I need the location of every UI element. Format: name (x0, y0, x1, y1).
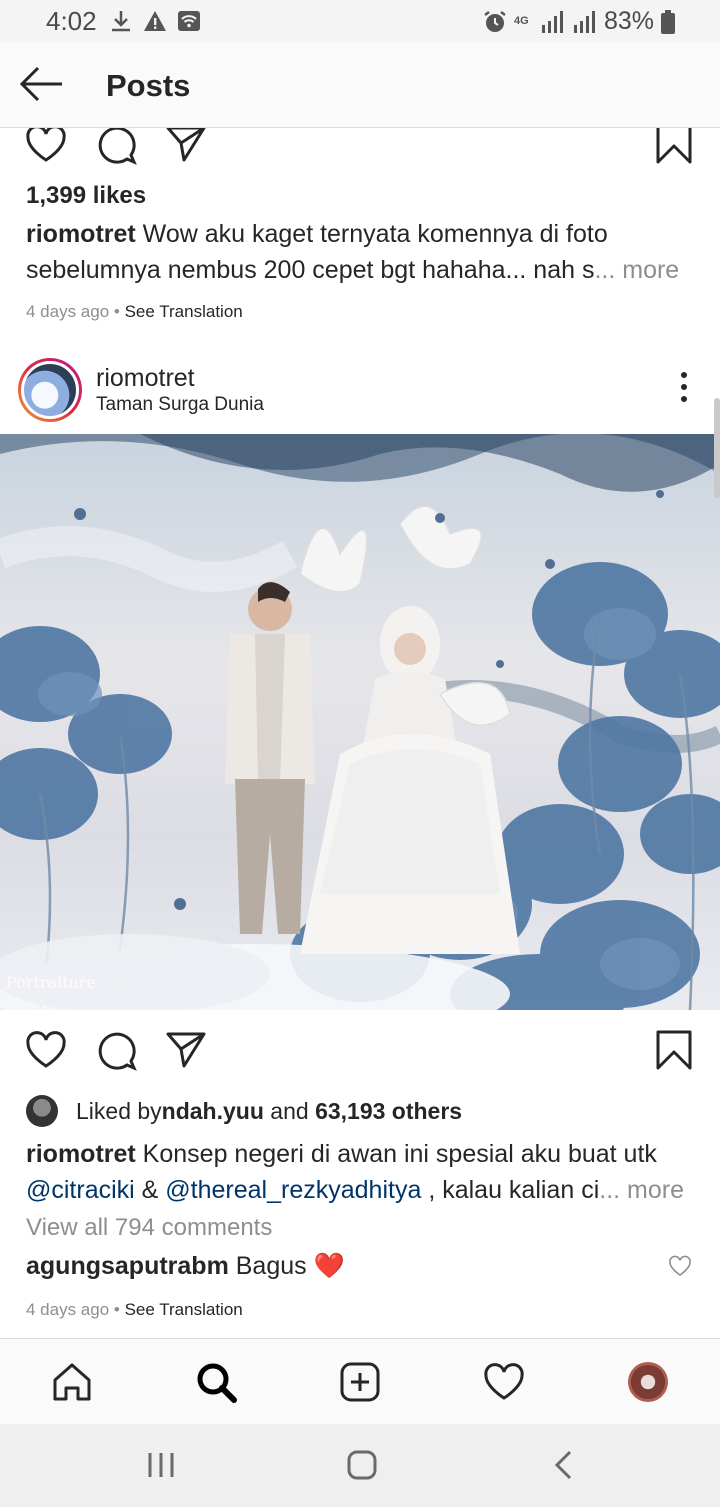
back-button-icon (554, 1450, 572, 1480)
post-time: 4 days ago (26, 302, 110, 321)
avatar-image (21, 361, 79, 419)
see-translation-link[interactable]: See Translation (125, 1300, 243, 1319)
photo-watermark: Portraiture (6, 973, 96, 992)
recent-apps-button[interactable] (144, 1448, 178, 1482)
photo-artwork (0, 434, 720, 1010)
caption-rest: , kalau kalian ci (421, 1176, 600, 1204)
network-type: 4G (513, 15, 529, 27)
send-icon (166, 1032, 206, 1068)
battery-icon (661, 9, 675, 34)
activity-heart-icon (484, 1363, 524, 1400)
battery-percent: 83% (603, 7, 654, 35)
post-meta: 4 days ago • See Translation (26, 302, 243, 322)
see-translation-link[interactable]: See Translation (125, 302, 243, 321)
comment-button[interactable] (95, 128, 139, 166)
tab-search[interactable] (194, 1360, 238, 1404)
status-right-icons: 4G 83% (482, 7, 676, 36)
share-button[interactable] (164, 128, 208, 166)
signal-icon-2 (573, 10, 595, 33)
post-location[interactable]: Taman Surga Dunia (96, 394, 264, 416)
signal-icon (541, 10, 563, 33)
scrollbar-thumb[interactable] (714, 398, 720, 498)
mention-link[interactable]: @thereal_rezkyadhitya (165, 1176, 421, 1204)
app-header: Posts (0, 42, 720, 128)
heart-icon (26, 128, 66, 162)
liked-by[interactable]: Liked by ndah.yuu and 63,193 others (26, 1094, 462, 1128)
tab-new-post[interactable] (338, 1360, 382, 1404)
tab-activity[interactable] (482, 1360, 526, 1404)
bookmark-icon (656, 1030, 692, 1070)
status-bar: 4:02 4G 83% (0, 0, 720, 42)
comment-like-heart-icon[interactable] (668, 1254, 692, 1278)
liked-by-middle: and (263, 1097, 316, 1124)
post-username[interactable]: riomotret (96, 364, 195, 393)
status-left-icons (108, 8, 202, 34)
tab-profile-avatar[interactable] (628, 1362, 668, 1402)
caption-username[interactable]: riomotret (26, 1140, 136, 1168)
view-all-comments-link[interactable]: View all 794 comments (26, 1214, 272, 1242)
search-icon (197, 1363, 237, 1403)
add-post-icon (340, 1362, 380, 1402)
save-button[interactable] (652, 128, 696, 166)
tab-home[interactable] (50, 1360, 94, 1404)
system-navigation-bar (0, 1424, 720, 1507)
wifi-icon (178, 11, 200, 31)
status-time: 4:02 (46, 6, 97, 36)
post-header: riomotret Taman Surga Dunia (0, 350, 720, 434)
post-caption: riomotret Wow aku kaget ternyata komenny… (26, 216, 706, 288)
share-button[interactable] (164, 1028, 208, 1072)
heart-emoji: ❤️ (313, 1252, 345, 1280)
comment-button[interactable] (95, 1028, 139, 1072)
comment-icon (98, 1032, 137, 1071)
mention-link[interactable]: @citraciki (26, 1176, 135, 1204)
liked-by-user[interactable]: ndah.yuu (162, 1098, 264, 1125)
avatar[interactable] (18, 358, 82, 422)
likes-count[interactable]: 1,399 likes (26, 182, 146, 210)
more-link[interactable]: ... more (599, 1176, 684, 1204)
heart-icon (26, 1031, 66, 1068)
posts-feed[interactable]: 1,399 likes riomotret Wow aku kaget tern… (0, 128, 720, 1338)
post-meta: 4 days ago • See Translation (26, 1300, 243, 1320)
send-icon (166, 128, 206, 162)
comment-text: Bagus (228, 1252, 314, 1280)
download-icon (112, 11, 130, 32)
caption-text: Konsep negeri di awan ini spesial aku bu… (135, 1140, 657, 1168)
like-button[interactable] (24, 1028, 68, 1072)
save-button[interactable] (652, 1028, 696, 1072)
more-options-icon[interactable] (678, 372, 690, 412)
comment-username[interactable]: agungsaputrabm (26, 1252, 229, 1280)
liked-by-others[interactable]: 63,193 others (315, 1098, 462, 1125)
home-button[interactable] (345, 1448, 379, 1482)
post-image[interactable]: Portraiture (0, 434, 720, 1010)
caption-amp: & (134, 1176, 166, 1204)
liked-by-prefix: Liked by (76, 1097, 162, 1124)
previous-post-actions (0, 128, 720, 182)
caption-username[interactable]: riomotret (26, 220, 136, 248)
meta-separator: • (109, 1300, 125, 1319)
more-link[interactable]: ... more (594, 256, 679, 284)
bottom-tab-bar (0, 1338, 720, 1424)
man-figure (225, 582, 315, 934)
alarm-icon (484, 10, 506, 32)
bookmark-icon (656, 128, 692, 164)
post-actions (0, 1028, 720, 1088)
arrow-left-icon[interactable] (18, 64, 64, 104)
page-title: Posts (106, 68, 191, 103)
home-icon (53, 1363, 91, 1401)
meta-separator: • (109, 302, 125, 321)
recent-apps-icon (148, 1453, 174, 1477)
post-caption: riomotret Konsep negeri di awan ini spes… (26, 1136, 706, 1208)
home-button-icon (347, 1450, 377, 1480)
warning-icon (144, 11, 166, 31)
back-button[interactable] (548, 1448, 582, 1482)
comment-icon (98, 128, 137, 165)
woman-figure (300, 606, 520, 954)
liker-avatar (26, 1095, 58, 1127)
like-button[interactable] (24, 128, 68, 166)
post-time: 4 days ago (26, 1300, 110, 1319)
comment-preview: agungsaputrabm Bagus ❤️ (26, 1252, 345, 1281)
